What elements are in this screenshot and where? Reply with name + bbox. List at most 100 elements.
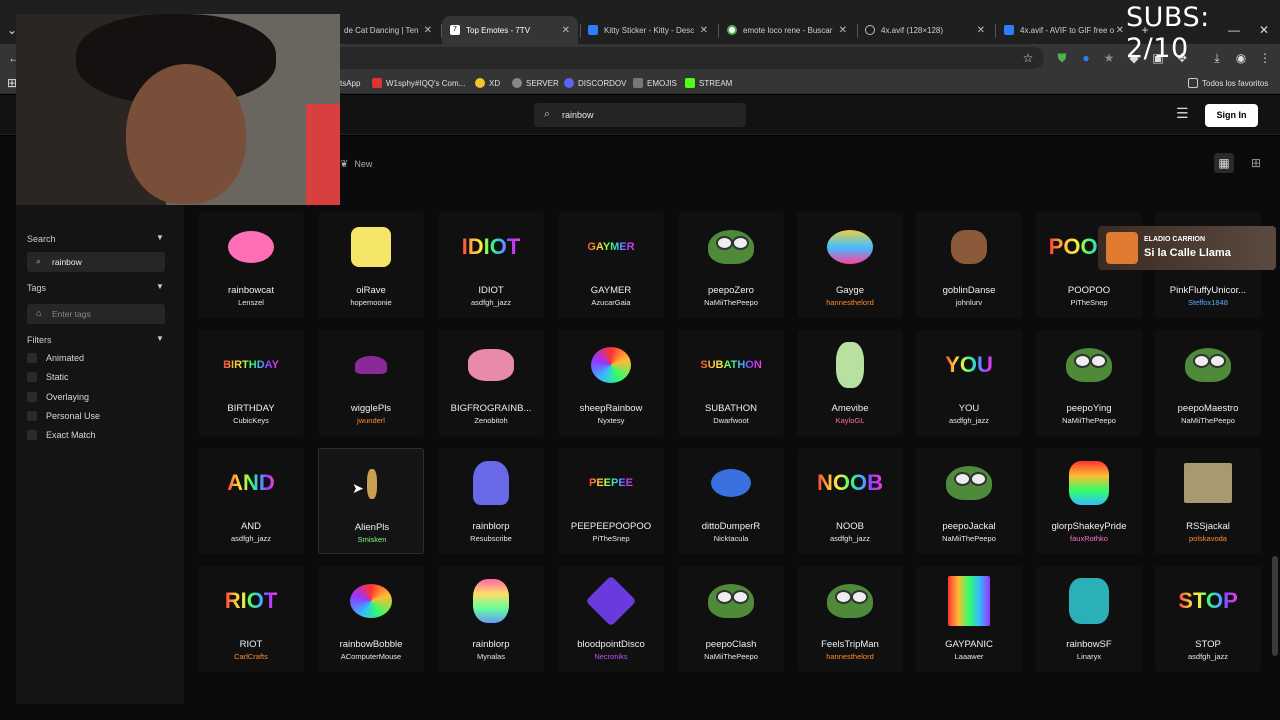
bookmark-item[interactable]: SERVER <box>512 76 559 90</box>
emote-owner[interactable]: hopemoonie <box>318 298 424 307</box>
tags-input[interactable]: ⌂ Enter tags <box>27 304 165 324</box>
emote-owner[interactable]: Zenobitoh <box>438 416 544 425</box>
close-icon[interactable]: ✕ <box>1116 25 1124 36</box>
bookmark-item[interactable]: STREAM <box>685 76 732 90</box>
checkbox[interactable] <box>27 353 37 363</box>
browser-tab[interactable]: 4x.avif - AVIF to GIF free o ✕ <box>996 18 1132 42</box>
emote-owner[interactable]: PiTheSnep <box>558 534 664 543</box>
close-icon[interactable]: ✕ <box>424 25 432 36</box>
emote-card[interactable]: peepoMaestro NaMiiThePeepo <box>1155 330 1261 436</box>
emote-card[interactable]: FeelsTripMan hannesthelord <box>797 566 903 672</box>
bookmark-item[interactable]: XD <box>475 76 500 90</box>
emote-card[interactable]: glorpShakeyPride fauxRothko <box>1036 448 1142 554</box>
emote-owner[interactable]: Linaryx <box>1036 652 1142 661</box>
emote-owner[interactable]: Nicktacula <box>678 534 784 543</box>
bookmark-item[interactable]: tsApp <box>340 76 360 90</box>
emote-card[interactable]: NOOB NOOB asdfgh_jazz <box>797 448 903 554</box>
emote-card[interactable]: wigglePls jwunderl <box>318 330 424 436</box>
emote-card[interactable]: rainbowcat Lenszel <box>198 212 304 318</box>
emote-card[interactable]: AlienPls Smisken <box>318 448 424 554</box>
emote-card[interactable]: YOU YOU asdfgh_jazz <box>916 330 1022 436</box>
close-icon[interactable]: ✕ <box>700 25 708 36</box>
close-icon[interactable]: ✕ <box>562 25 570 36</box>
extension-icon[interactable]: ● <box>1078 50 1094 66</box>
emote-card[interactable]: GAYPANIC Laaawer <box>916 566 1022 672</box>
emote-card[interactable]: RIOT RIOT CarlCrafts <box>198 566 304 672</box>
emote-owner[interactable]: Dwarfwoot <box>678 416 784 425</box>
sign-in-button[interactable]: Sign In <box>1205 104 1258 127</box>
emote-card[interactable]: GAYMER GAYMER AzucarGaia <box>558 212 664 318</box>
filter-static[interactable]: Static <box>27 370 69 384</box>
checkbox[interactable] <box>27 372 37 382</box>
emote-card[interactable]: RSSjackal polskavoda <box>1155 448 1261 554</box>
compact-grid-view-icon[interactable]: ⊞ <box>1246 153 1266 173</box>
emote-card[interactable]: PEEPEE PEEPEEPOOPOO PiTheSnep <box>558 448 664 554</box>
chevron-down-icon[interactable]: ▼ <box>156 282 164 291</box>
emote-card[interactable]: IDIOT IDIOT asdfgh_jazz <box>438 212 544 318</box>
emote-owner[interactable]: NaMiiThePeepo <box>678 652 784 661</box>
hamburger-menu-icon[interactable]: ☰ <box>1176 105 1189 122</box>
emote-card[interactable]: STOP STOP asdfgh_jazz <box>1155 566 1261 672</box>
all-bookmarks[interactable]: Todos los favoritos <box>1188 76 1268 90</box>
emote-owner[interactable]: Smisken <box>319 535 425 544</box>
emote-card[interactable]: peepoJackal NaMiiThePeepo <box>916 448 1022 554</box>
checkbox[interactable] <box>27 411 37 421</box>
emote-card[interactable]: Amevibe KayloGL <box>797 330 903 436</box>
emote-owner[interactable]: polskavoda <box>1155 534 1261 543</box>
chevron-down-icon[interactable]: ▼ <box>156 233 164 242</box>
emote-card[interactable]: sheepRainbow Nyxtesy <box>558 330 664 436</box>
emote-card[interactable]: rainblorp Resubscribe <box>438 448 544 554</box>
emote-card[interactable]: peepoClash NaMiiThePeepo <box>678 566 784 672</box>
emote-card[interactable]: peepoZero NaMiiThePeepo <box>678 212 784 318</box>
filter-personal-use[interactable]: Personal Use <box>27 409 100 423</box>
shield-icon[interactable]: ⛊ <box>1054 50 1070 66</box>
emote-owner[interactable]: Nyxtesy <box>558 416 664 425</box>
bookmark-item[interactable]: W1sphy#IQQ's Com... <box>372 76 465 90</box>
emote-owner[interactable]: Laaawer <box>916 652 1022 661</box>
emote-card[interactable]: SUBATHON SUBATHON Dwarfwoot <box>678 330 784 436</box>
emote-owner[interactable]: Lenszel <box>198 298 304 307</box>
emote-owner[interactable]: johnlurv <box>916 298 1022 307</box>
emote-owner[interactable]: NaMiiThePeepo <box>1155 416 1261 425</box>
emote-card[interactable]: BIRTHDAY BIRTHDAY CubicKeys <box>198 330 304 436</box>
browser-tab-active[interactable]: 7 Top Emotes - 7TV ✕ <box>442 16 578 44</box>
emote-owner[interactable]: PiTheSnep <box>1036 298 1142 307</box>
checkbox[interactable] <box>27 430 37 440</box>
emote-owner[interactable]: KayloGL <box>797 416 903 425</box>
tab-new[interactable]: ❦ New <box>340 154 372 174</box>
browser-tab[interactable]: Kitty Sticker - Kitty - Desc ✕ <box>580 18 716 42</box>
emote-owner[interactable]: Necroniks <box>558 652 664 661</box>
checkbox[interactable] <box>27 392 37 402</box>
emote-owner[interactable]: AzucarGaia <box>558 298 664 307</box>
emote-owner[interactable]: asdfgh_jazz <box>1155 652 1261 661</box>
emote-card[interactable]: dittoDumperR Nicktacula <box>678 448 784 554</box>
bookmark-item[interactable]: DISCORDOV <box>564 76 626 90</box>
emote-owner[interactable]: AComputerMouse <box>318 652 424 661</box>
emote-owner[interactable]: NaMiiThePeepo <box>1036 416 1142 425</box>
close-icon[interactable]: ✕ <box>977 25 985 36</box>
emote-owner[interactable]: CubicKeys <box>198 416 304 425</box>
emote-card[interactable]: rainbowSF Linaryx <box>1036 566 1142 672</box>
emote-owner[interactable]: Steffox1848 <box>1155 298 1261 307</box>
emote-owner[interactable]: Mynalas <box>438 652 544 661</box>
emote-card[interactable]: AND AND asdfgh_jazz <box>198 448 304 554</box>
scrollbar[interactable] <box>1272 556 1278 656</box>
emote-search-input[interactable]: ⌕ rainbow <box>534 103 746 127</box>
emote-owner[interactable]: Resubscribe <box>438 534 544 543</box>
close-icon[interactable]: ✕ <box>839 25 847 36</box>
browser-tab[interactable]: emote loco rene - Buscar ✕ <box>719 18 855 42</box>
emote-owner[interactable]: asdfgh_jazz <box>198 534 304 543</box>
emote-owner[interactable]: hannesthelord <box>797 652 903 661</box>
emote-owner[interactable]: asdfgh_jazz <box>438 298 544 307</box>
emote-card[interactable]: bloodpointDisco Necroniks <box>558 566 664 672</box>
browser-tab[interactable]: 4x.avif (128×128) ✕ <box>857 18 993 42</box>
emote-card[interactable]: goblinDanse johnlurv <box>916 212 1022 318</box>
star-icon[interactable]: ★ <box>1101 50 1117 66</box>
browser-tab[interactable]: de Cat Dancing | Ten ✕ <box>336 18 440 42</box>
filter-exact-match[interactable]: Exact Match <box>27 428 96 442</box>
emote-owner[interactable]: asdfgh_jazz <box>916 416 1022 425</box>
emote-card[interactable]: Gayge hannesthelord <box>797 212 903 318</box>
emote-owner[interactable]: asdfgh_jazz <box>797 534 903 543</box>
emote-owner[interactable]: NaMiiThePeepo <box>916 534 1022 543</box>
emote-card[interactable]: rainbowBobble AComputerMouse <box>318 566 424 672</box>
